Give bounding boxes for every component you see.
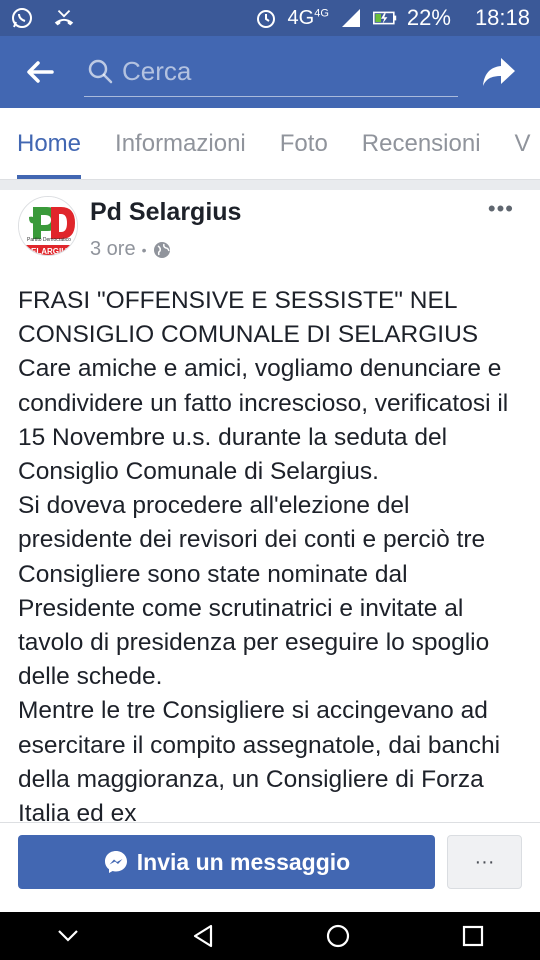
back-button[interactable] bbox=[0, 36, 80, 108]
post-meta: 3 ore • bbox=[90, 238, 171, 261]
tab-home[interactable]: Home bbox=[0, 108, 98, 179]
tab-next[interactable]: V bbox=[498, 108, 540, 179]
alarm-icon bbox=[254, 6, 278, 30]
more-actions-button[interactable]: ··· bbox=[447, 835, 522, 889]
send-message-label: Invia un messaggio bbox=[136, 848, 351, 875]
network-label: 4G4G bbox=[287, 6, 329, 29]
post-card: Partito Democratico SELARGIUS Pd Selargi… bbox=[0, 180, 540, 822]
nav-back-button[interactable] bbox=[179, 912, 227, 960]
system-nav-bar bbox=[0, 912, 540, 960]
nav-home-button[interactable] bbox=[314, 912, 362, 960]
action-bar: Invia un messaggio ··· bbox=[0, 822, 540, 912]
share-button[interactable] bbox=[458, 36, 540, 108]
post-text: FRASI "OFFENSIVE E SESSISTE" NEL CONSIGL… bbox=[18, 284, 523, 822]
page-name[interactable]: Pd Selargius bbox=[90, 198, 241, 227]
battery-percent: 22% bbox=[406, 5, 451, 30]
nav-recents-button[interactable] bbox=[449, 912, 497, 960]
whatsapp-icon bbox=[10, 6, 34, 30]
post-paragraph: Si doveva procedere all'elezione del pre… bbox=[18, 492, 490, 691]
square-recents-icon bbox=[462, 925, 483, 947]
post-paragraph: FRASI "OFFENSIVE E SESSISTE" NEL CONSIGL… bbox=[18, 287, 479, 349]
post-paragraph: Care amiche e amici, vogliamo denunciare… bbox=[18, 355, 509, 486]
tab-foto[interactable]: Foto bbox=[263, 108, 345, 179]
post-time[interactable]: 3 ore bbox=[90, 238, 136, 261]
avatar-text-top: Partito Democratico bbox=[27, 237, 71, 243]
search-placeholder: Cerca bbox=[122, 56, 192, 86]
arrow-left-icon bbox=[27, 61, 54, 83]
top-bar: Cerca bbox=[0, 36, 540, 108]
globe-icon bbox=[153, 241, 170, 258]
search-input[interactable]: Cerca bbox=[84, 47, 458, 97]
search-icon bbox=[88, 59, 113, 83]
circle-home-icon bbox=[326, 924, 349, 948]
nav-hide-button[interactable] bbox=[44, 912, 92, 960]
share-arrow-icon bbox=[483, 58, 515, 86]
send-message-button[interactable]: Invia un messaggio bbox=[18, 835, 435, 889]
avatar-text-bottom: SELARGIUS bbox=[25, 247, 73, 256]
messenger-icon bbox=[104, 851, 127, 873]
meta-separator: • bbox=[141, 241, 147, 258]
page-tabs: Home Informazioni Foto Recensioni V bbox=[0, 108, 540, 180]
tab-recensioni[interactable]: Recensioni bbox=[345, 108, 498, 179]
status-bar: 4G4G 22% 18:18 bbox=[0, 0, 540, 36]
triangle-back-icon bbox=[193, 924, 212, 948]
battery-charging-icon bbox=[372, 6, 397, 30]
chevron-down-icon bbox=[57, 930, 78, 942]
post-paragraph: Mentre le tre Consigliere si accingevano… bbox=[18, 697, 501, 822]
tab-informazioni[interactable]: Informazioni bbox=[98, 108, 263, 179]
post-options-button[interactable]: ••• bbox=[488, 196, 514, 222]
clock: 18:18 bbox=[474, 5, 530, 30]
missed-call-icon bbox=[52, 6, 76, 30]
avatar[interactable]: Partito Democratico SELARGIUS bbox=[18, 196, 78, 256]
post-header: Partito Democratico SELARGIUS Pd Selargi… bbox=[0, 190, 540, 268]
signal-icon bbox=[339, 6, 363, 30]
